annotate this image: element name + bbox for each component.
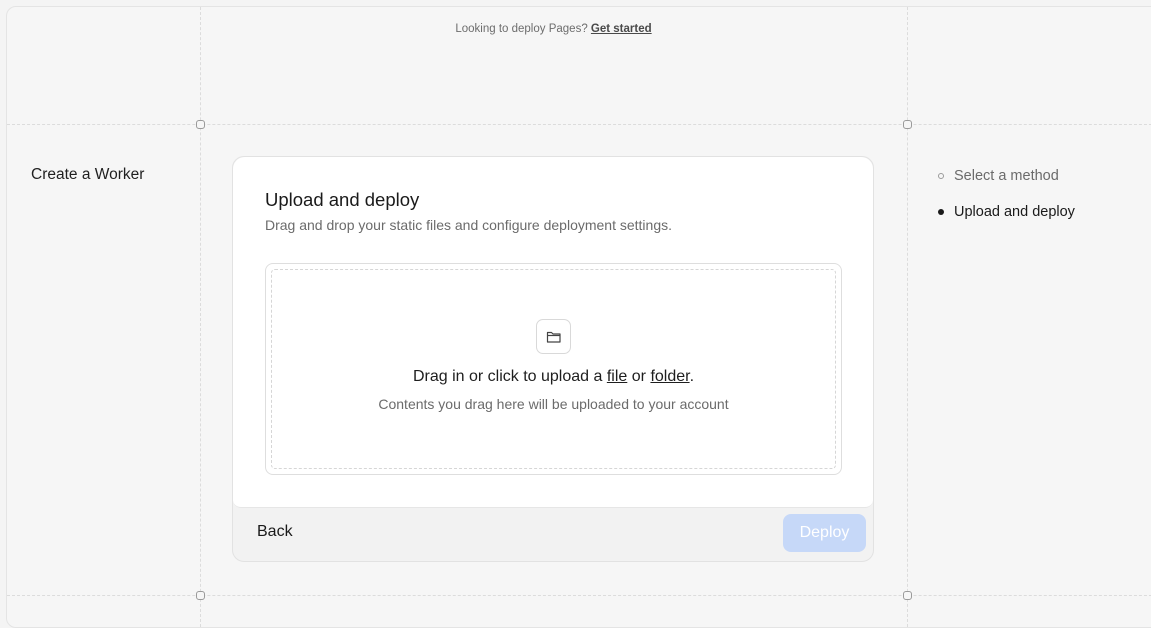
grid-node bbox=[196, 120, 205, 129]
dropzone-instruction: Drag in or click to upload a file or fol… bbox=[266, 368, 841, 386]
progress-steps: Select a method Upload and deploy bbox=[938, 166, 1075, 238]
pages-banner: Looking to deploy Pages? Get started bbox=[200, 23, 907, 35]
folder-upload-link[interactable]: folder bbox=[650, 368, 689, 385]
grid-node bbox=[903, 120, 912, 129]
file-dropzone[interactable]: Drag in or click to upload a file or fol… bbox=[265, 263, 842, 475]
step-label: Select a method bbox=[954, 168, 1059, 184]
grid-line bbox=[200, 7, 201, 627]
deploy-button[interactable]: Deploy bbox=[783, 514, 866, 552]
page-title: Create a Worker bbox=[31, 166, 145, 183]
dropzone-text-prefix: Drag in or click to upload a bbox=[412, 368, 603, 385]
folder-icon bbox=[536, 319, 571, 354]
grid-line bbox=[907, 7, 908, 627]
grid-node bbox=[196, 591, 205, 600]
grid-line bbox=[7, 124, 1151, 125]
step-label: Upload and deploy bbox=[954, 204, 1075, 220]
upload-card-body: Upload and deploy Drag and drop your sta… bbox=[233, 157, 873, 508]
step-select-method: Select a method bbox=[938, 166, 1075, 186]
dropzone-subtext: Contents you drag here will be uploaded … bbox=[378, 396, 729, 412]
grid-node bbox=[903, 591, 912, 600]
back-button[interactable]: Back bbox=[257, 523, 293, 541]
banner-text: Looking to deploy Pages? bbox=[455, 23, 588, 35]
upload-card: Upload and deploy Drag and drop your sta… bbox=[232, 156, 874, 562]
dropzone-text-suffix: . bbox=[689, 368, 695, 385]
card-subtitle: Drag and drop your static files and conf… bbox=[265, 217, 673, 233]
grid-line bbox=[7, 595, 1151, 596]
step-dot-icon bbox=[938, 173, 944, 179]
get-started-link[interactable]: Get started bbox=[591, 23, 652, 35]
card-title: Upload and deploy bbox=[265, 189, 420, 210]
step-dot-icon bbox=[938, 209, 944, 215]
file-upload-link[interactable]: file bbox=[607, 368, 627, 385]
step-upload-deploy: Upload and deploy bbox=[938, 202, 1075, 222]
dropzone-text-middle: or bbox=[631, 368, 646, 385]
